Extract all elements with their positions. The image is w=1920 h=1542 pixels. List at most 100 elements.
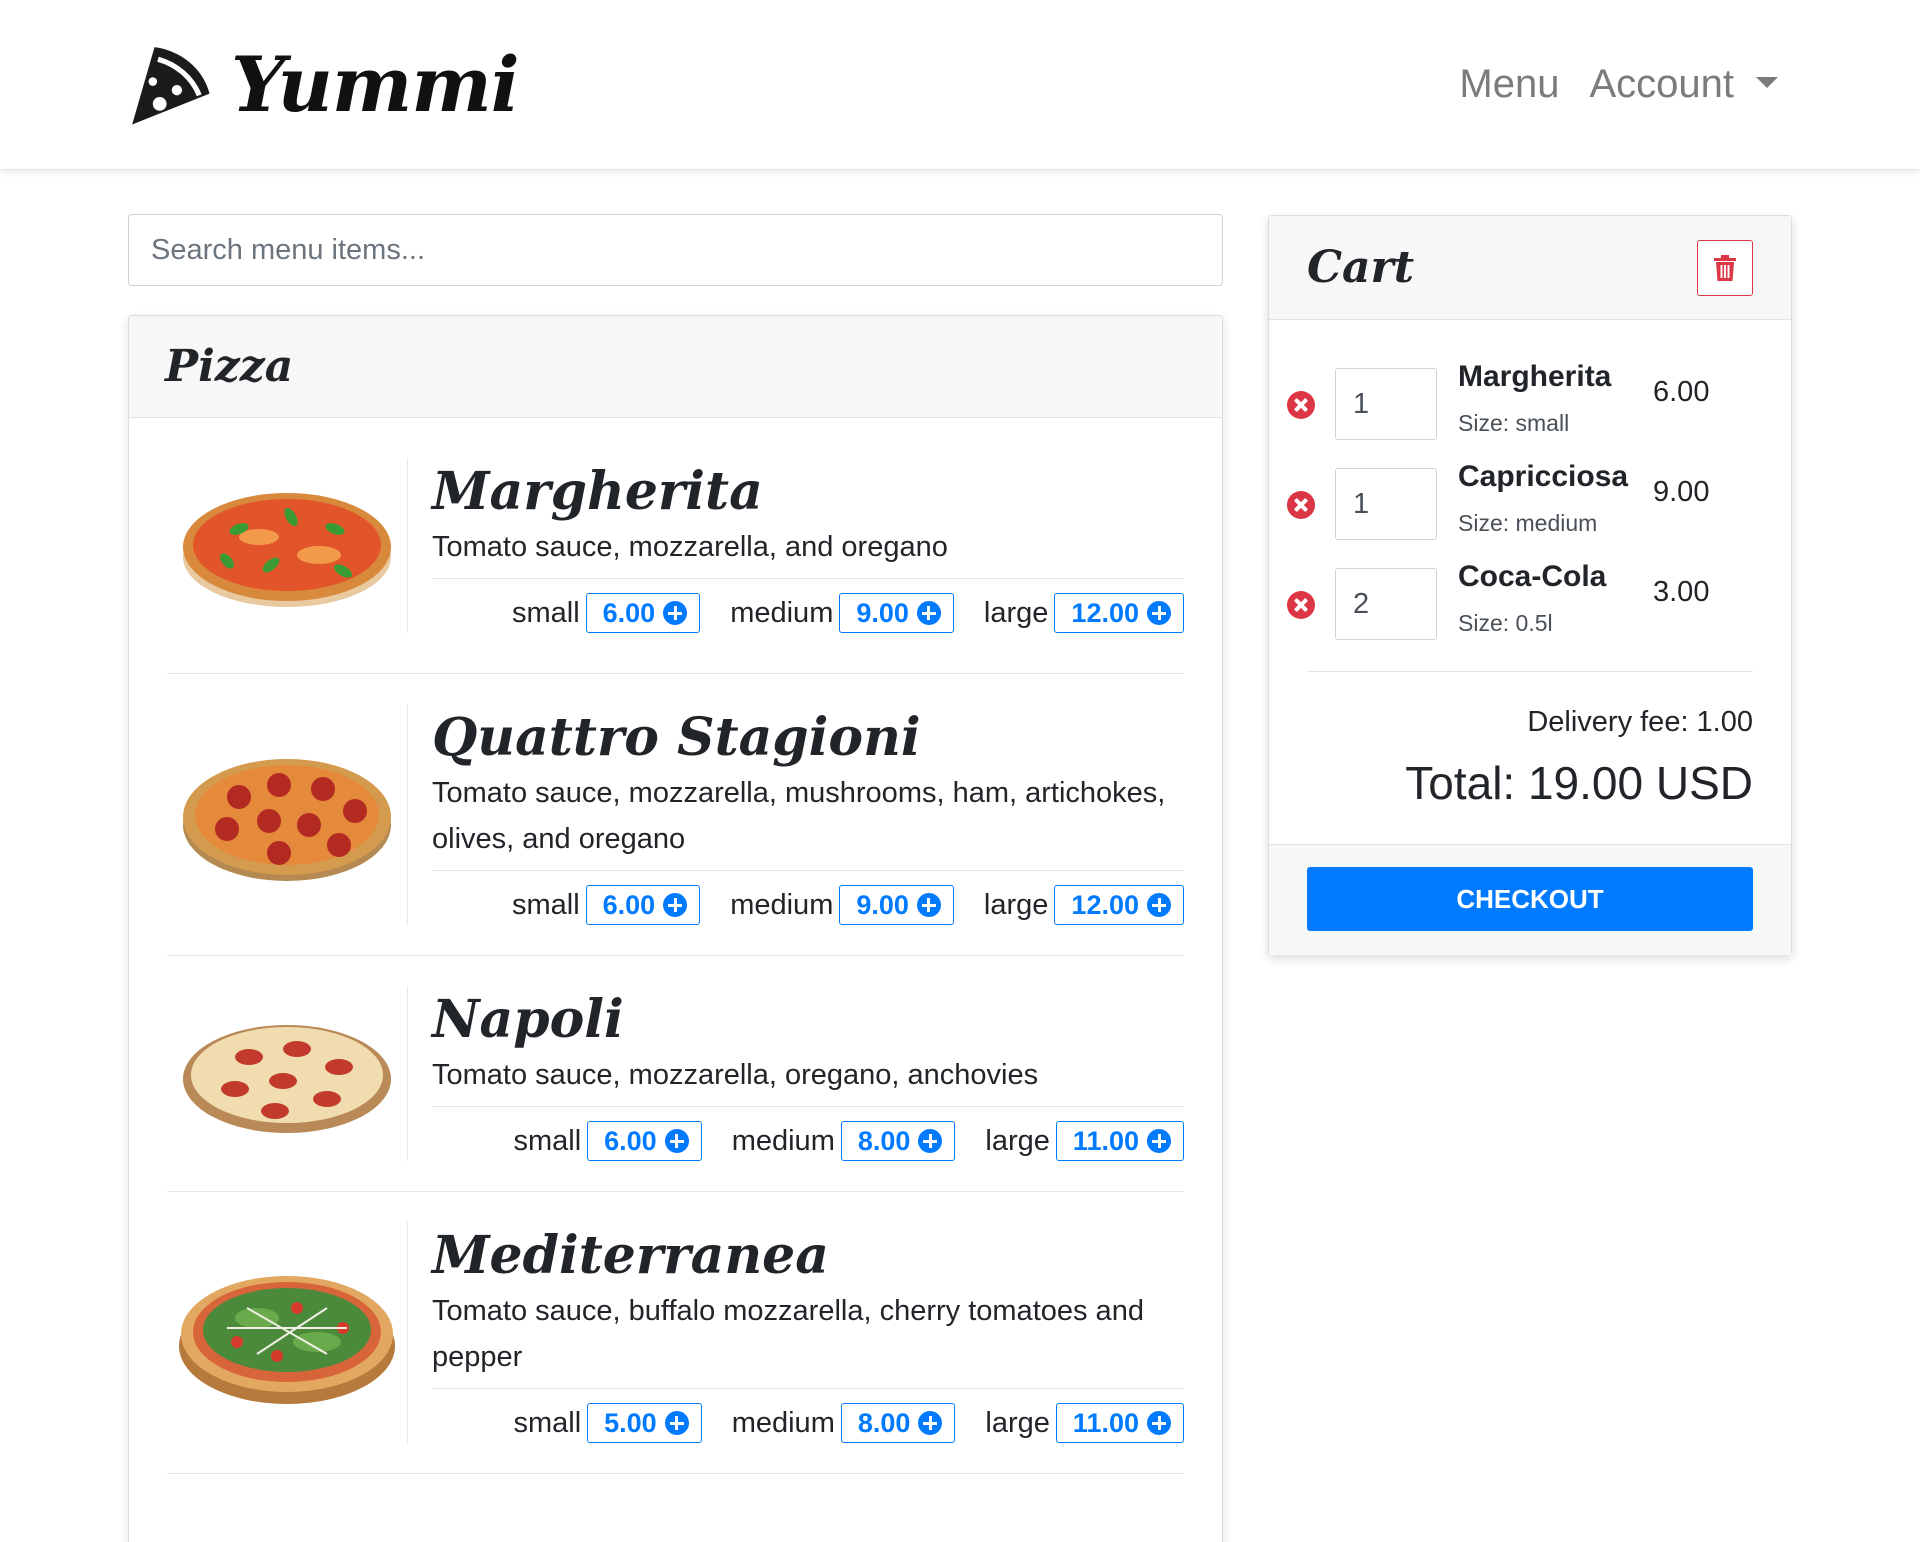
add-small-button[interactable]: 6.00 [587,1121,702,1161]
size-option: small 6.00 [513,1121,702,1161]
nav-link-account-label: Account [1589,62,1734,106]
size-label: medium [730,596,834,629]
delivery-fee: Delivery fee: 1.00 [1527,706,1753,738]
plus-circle-icon [664,1129,689,1153]
size-option: medium 9.00 [730,593,954,633]
quantity-input[interactable] [1335,568,1437,640]
price-label: 5.00 [604,1407,657,1438]
cart-total: Total: 19.00 USD [1405,757,1753,809]
add-small-button[interactable]: 5.00 [587,1403,702,1443]
size-options: small 6.00 medium 9.00 large 12.00 [432,870,1184,925]
pizza-image [167,986,407,1161]
plus-circle-icon [1147,1411,1171,1435]
cart-header: Cart [1269,216,1791,320]
price-label: 8.00 [857,1125,911,1156]
remove-item-icon[interactable] [1287,391,1315,419]
plus-circle-icon [1147,601,1171,625]
size-option: medium 8.00 [732,1121,956,1161]
price-label: 6.00 [602,889,656,920]
pizza-mediterranea-icon [179,1275,395,1404]
quantity-input[interactable] [1335,368,1437,440]
menu-item-title: Margherita [432,461,763,522]
cart-item-size: Size: medium [1458,510,1598,536]
menu-card: Pizza Margherita Tomato sauce, mozzarell… [128,315,1223,1542]
menu-item: Mediterranea Tomato sauce, buffalo mozza… [167,1192,1184,1474]
menu-item-title: Napoli [432,989,624,1050]
cart-divider [1307,671,1753,672]
clear-cart-button[interactable] [1697,239,1753,296]
remove-item-icon[interactable] [1287,591,1315,619]
brand[interactable]: Yummi [127,40,520,129]
plus-circle-icon [916,893,941,917]
cart-item-price: 9.00 [1653,476,1710,508]
cart-item-price: 3.00 [1653,576,1710,608]
pizza-napoli-icon [183,1024,391,1133]
size-option: large 11.00 [985,1403,1184,1443]
menu-item-description: Tomato sauce, mozzarella, and oregano [432,531,948,563]
navbar: Yummi Menu Account [0,0,1920,170]
size-options: small 6.00 medium 9.00 large 12.00 [432,578,1184,633]
nav-links: Menu Account [1459,62,1778,107]
price-label: 9.00 [856,597,909,628]
plus-circle-icon [663,893,688,917]
size-option: large 12.00 [984,593,1184,633]
quantity-input[interactable] [1335,468,1437,540]
pizza-slice-icon [132,46,210,125]
pizza-image [167,1222,407,1443]
pizza-image [167,704,407,925]
price-label: 6.00 [604,1125,657,1156]
pizza-quattro-stagioni-icon [183,758,391,881]
checkout-button[interactable]: CHECKOUT [1307,867,1753,931]
price-label: 11.00 [1072,1125,1139,1156]
menu-item-body: Mediterranea Tomato sauce, buffalo mozza… [407,1222,1184,1443]
price-label: 8.00 [857,1407,911,1438]
size-label: medium [731,1406,835,1439]
size-option: medium 8.00 [732,1403,956,1443]
menu-item-description: Tomato sauce, buffalo mozzarella, cherry… [432,1295,1144,1373]
cart-card: Cart Margherita Size: small 6.00 Capricc… [1268,215,1792,955]
cart-item-price: 6.00 [1653,376,1710,408]
size-option: large 11.00 [985,1121,1184,1161]
size-label: large [983,596,1049,629]
cart-item-size: Size: small [1458,410,1570,436]
add-large-button[interactable]: 12.00 [1054,885,1184,925]
menu-item-body: Quattro Stagioni Tomato sauce, mozzarell… [407,704,1184,925]
add-medium-button[interactable]: 9.00 [839,593,954,633]
plus-circle-icon [918,1411,943,1435]
size-label: small [513,1124,582,1157]
menu-item: Margherita Tomato sauce, mozzarella, and… [167,418,1184,674]
size-label: medium [731,1124,835,1157]
price-label: 12.00 [1071,889,1139,920]
menu-item-title: Quattro Stagioni [432,707,921,768]
size-option: large 12.00 [984,885,1184,925]
cart-title: Cart [1307,242,1415,293]
add-large-button[interactable]: 12.00 [1054,593,1184,633]
add-large-button[interactable]: 11.00 [1055,1121,1184,1161]
nav-link-account[interactable]: Account [1589,62,1778,107]
cart-footer: CHECKOUT [1269,844,1791,955]
size-label: small [511,596,580,629]
cart-item-name: Margherita [1458,360,1612,393]
search-input[interactable] [128,214,1223,286]
size-option: medium 9.00 [730,885,954,925]
plus-circle-icon [918,1129,943,1153]
menu-item-body: Margherita Tomato sauce, mozzarella, and… [407,458,1184,633]
add-medium-button[interactable]: 8.00 [840,1121,956,1161]
size-label: large [985,1406,1050,1439]
plus-circle-icon [1147,1129,1171,1153]
size-label: medium [730,888,834,921]
price-label: 6.00 [602,597,656,628]
cart-item-name: Coca-Cola [1458,560,1607,593]
remove-item-icon[interactable] [1287,491,1315,519]
nav-link-menu[interactable]: Menu [1459,62,1559,107]
add-medium-button[interactable]: 8.00 [840,1403,956,1443]
add-small-button[interactable]: 6.00 [585,885,701,925]
menu-item-body: Napoli Tomato sauce, mozzarella, oregano… [407,986,1184,1161]
menu-item-description: Tomato sauce, mozzarella, mushrooms, ham… [432,777,1166,855]
category-title: Pizza [165,341,294,392]
add-large-button[interactable]: 11.00 [1055,1403,1184,1443]
trash-icon [1714,254,1736,281]
add-medium-button[interactable]: 9.00 [839,885,954,925]
pizza-image [167,458,407,633]
add-small-button[interactable]: 6.00 [585,593,701,633]
